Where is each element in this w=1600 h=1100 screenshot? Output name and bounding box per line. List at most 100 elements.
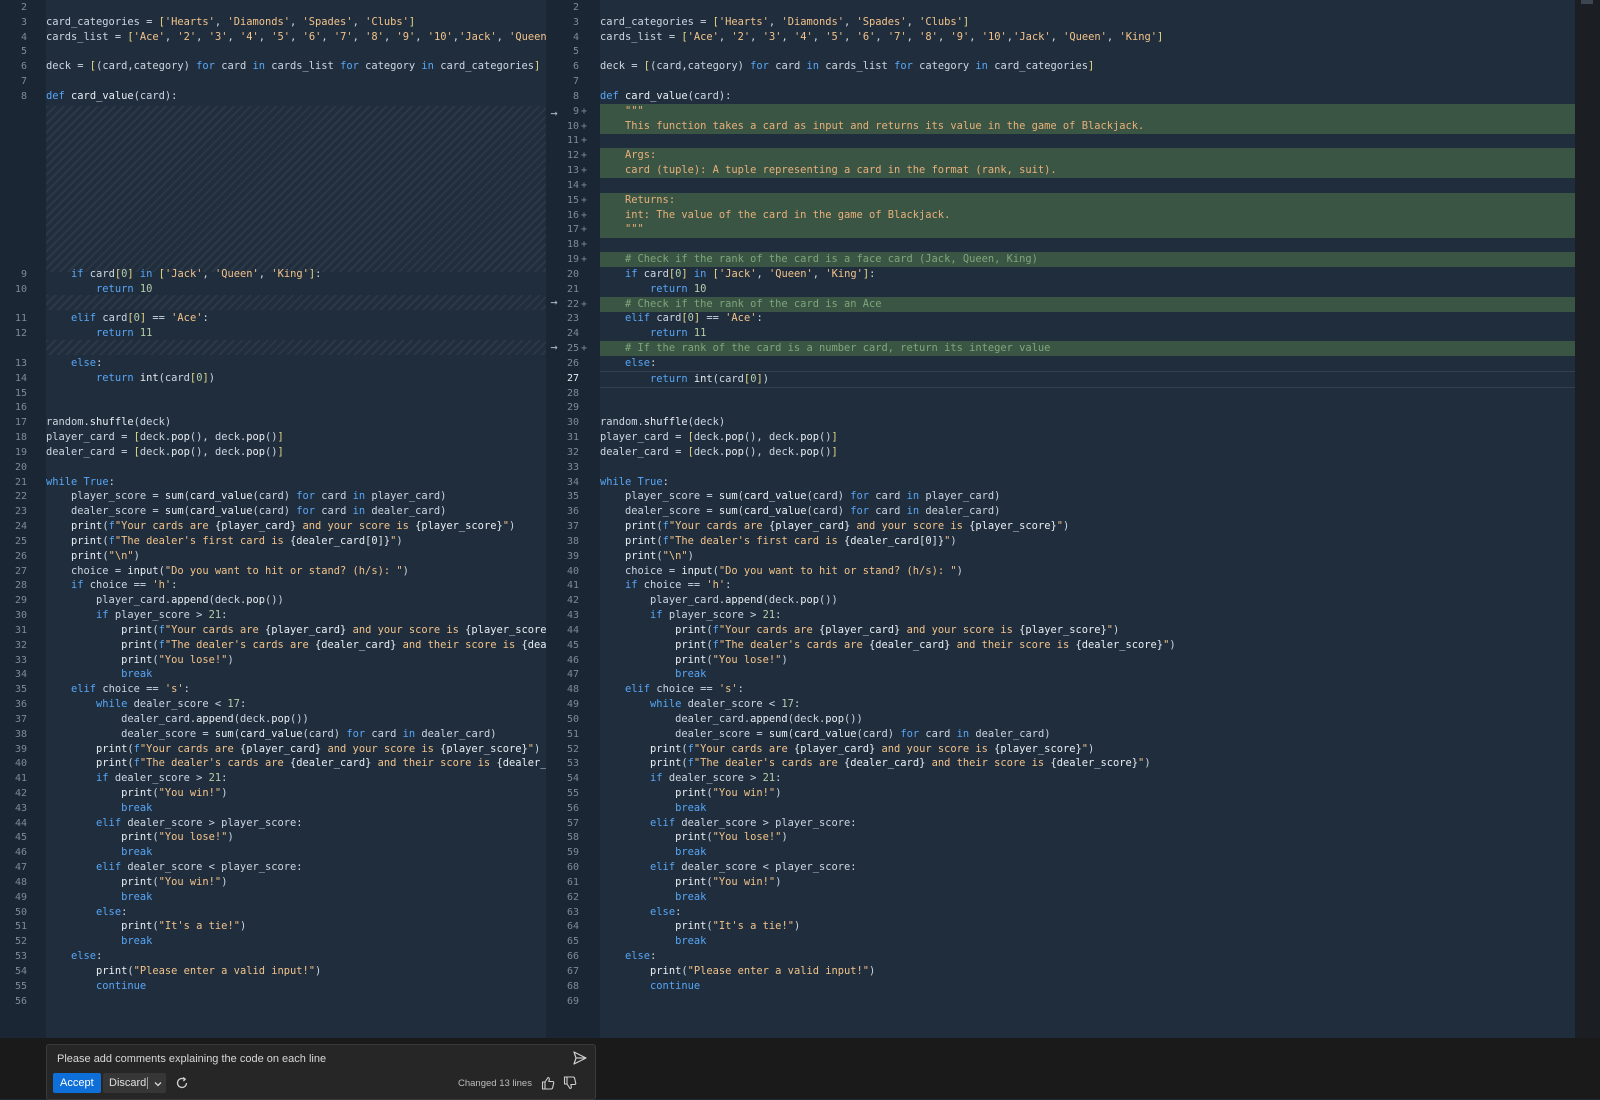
- line-text[interactable]: elif dealer_score > player_score:: [600, 816, 1575, 831]
- line-text[interactable]: else:: [600, 949, 1575, 964]
- send-icon[interactable]: [570, 1049, 590, 1067]
- discard-button[interactable]: Discard: [103, 1073, 166, 1093]
- line-text[interactable]: while dealer_score < 17:: [46, 697, 546, 712]
- line-text[interactable]: dealer_score = sum(card_value(card) for …: [600, 727, 1575, 742]
- line-text[interactable]: continue: [600, 979, 1575, 994]
- line-text[interactable]: print(f"Your cards are {player_card} and…: [600, 519, 1575, 534]
- line-text[interactable]: dealer_card = [deck.pop(), deck.pop()]: [46, 445, 546, 460]
- line-text[interactable]: if card[0] in ['Jack', 'Queen', 'King']:: [600, 267, 1575, 282]
- line-text[interactable]: print(f"The dealer's first card is {deal…: [46, 534, 546, 549]
- line-text[interactable]: return int(card[0]): [46, 371, 546, 386]
- line-text[interactable]: choice = input("Do you want to hit or st…: [46, 564, 546, 579]
- line-text[interactable]: elif card[0] == 'Ace':: [600, 311, 1575, 326]
- prompt-input[interactable]: [57, 1051, 547, 1067]
- line-text[interactable]: This function takes a card as input and …: [600, 118, 1575, 134]
- line-text[interactable]: print("You win!"): [46, 875, 546, 890]
- diff-arrow-icon[interactable]: →: [548, 340, 560, 355]
- line-text[interactable]: while True:: [600, 475, 1575, 490]
- line-text[interactable]: print("You win!"): [600, 875, 1575, 890]
- line-text[interactable]: print(f"The dealer's cards are {dealer_c…: [600, 756, 1575, 771]
- line-text[interactable]: if dealer_score > 21:: [46, 771, 546, 786]
- line-text[interactable]: random.shuffle(deck): [600, 415, 1575, 430]
- line-text[interactable]: dealer_card = [deck.pop(), deck.pop()]: [600, 445, 1575, 460]
- line-text[interactable]: print("You win!"): [46, 786, 546, 801]
- line-text[interactable]: if choice == 'h':: [46, 578, 546, 593]
- overview-scrollbar[interactable]: [1575, 0, 1600, 1038]
- line-text[interactable]: break: [46, 934, 546, 949]
- line-text[interactable]: print("It's a tie!"): [46, 919, 546, 934]
- line-text[interactable]: deck = [(card,category) for card in card…: [46, 59, 546, 74]
- line-text[interactable]: print(f"Your cards are {player_card} and…: [46, 623, 546, 638]
- line-text[interactable]: if player_score > 21:: [46, 608, 546, 623]
- line-text[interactable]: while True:: [46, 475, 546, 490]
- line-text[interactable]: if choice == 'h':: [600, 578, 1575, 593]
- line-text[interactable]: else:: [46, 356, 546, 371]
- line-text[interactable]: card (tuple): A tuple representing a car…: [600, 163, 1575, 179]
- line-text[interactable]: Returns:: [600, 192, 1575, 208]
- line-text[interactable]: return 11: [46, 326, 546, 341]
- line-text[interactable]: if player_score > 21:: [600, 608, 1575, 623]
- line-text[interactable]: """: [600, 222, 1575, 238]
- line-text[interactable]: # Check if the rank of the card is an Ac…: [600, 296, 1575, 312]
- line-text[interactable]: else:: [46, 905, 546, 920]
- line-text[interactable]: elif card[0] == 'Ace':: [46, 311, 546, 326]
- chevron-down-icon[interactable]: [152, 1077, 164, 1089]
- line-text[interactable]: print(f"Your cards are {player_card} and…: [46, 519, 546, 534]
- modified-editor-pane[interactable]: 2 3 card_categories = ['Hearts', 'Diamonds…: [546, 0, 1575, 1038]
- line-text[interactable]: elif dealer_score > player_score:: [46, 816, 546, 831]
- line-text[interactable]: continue: [46, 979, 546, 994]
- line-text[interactable]: print(f"The dealer's cards are {dealer_c…: [46, 638, 546, 653]
- line-text[interactable]: elif choice == 's':: [600, 682, 1575, 697]
- line-text[interactable]: cards_list = ['Ace', '2', '3', '4', '5',…: [46, 30, 546, 45]
- line-text[interactable]: cards_list = ['Ace', '2', '3', '4', '5',…: [600, 30, 1575, 45]
- line-text[interactable]: print("You win!"): [600, 786, 1575, 801]
- line-text[interactable]: player_score = sum(card_value(card) for …: [46, 489, 546, 504]
- line-text[interactable]: def card_value(card):: [600, 89, 1575, 104]
- line-text[interactable]: # Check if the rank of the card is a fac…: [600, 252, 1575, 268]
- line-text[interactable]: dealer_card.append(deck.pop()): [46, 712, 546, 727]
- line-text[interactable]: dealer_score = sum(card_value(card) for …: [46, 727, 546, 742]
- line-text[interactable]: random.shuffle(deck): [46, 415, 546, 430]
- line-text[interactable]: elif dealer_score < player_score:: [46, 860, 546, 875]
- thumbs-down-icon[interactable]: [562, 1075, 578, 1091]
- line-text[interactable]: print("You lose!"): [46, 653, 546, 668]
- line-text[interactable]: break: [46, 845, 546, 860]
- line-text[interactable]: print("\n"): [600, 549, 1575, 564]
- line-text[interactable]: print("You lose!"): [46, 830, 546, 845]
- line-text[interactable]: print(f"Your cards are {player_card} and…: [46, 742, 546, 757]
- line-text[interactable]: print(f"Your cards are {player_card} and…: [600, 623, 1575, 638]
- line-text[interactable]: """: [600, 103, 1575, 119]
- line-text[interactable]: elif dealer_score < player_score:: [600, 860, 1575, 875]
- line-text[interactable]: return 10: [600, 282, 1575, 297]
- line-text[interactable]: if card[0] in ['Jack', 'Queen', 'King']:: [46, 267, 546, 282]
- line-text[interactable]: if dealer_score > 21:: [600, 771, 1575, 786]
- line-text[interactable]: player_score = sum(card_value(card) for …: [600, 489, 1575, 504]
- line-text[interactable]: print("It's a tie!"): [600, 919, 1575, 934]
- line-text[interactable]: else:: [600, 905, 1575, 920]
- line-text[interactable]: break: [600, 934, 1575, 949]
- line-text[interactable]: dealer_score = sum(card_value(card) for …: [600, 504, 1575, 519]
- line-text[interactable]: player_card = [deck.pop(), deck.pop()]: [46, 430, 546, 445]
- line-text[interactable]: break: [600, 801, 1575, 816]
- line-text[interactable]: print("Please enter a valid input!"): [600, 964, 1575, 979]
- refresh-icon[interactable]: [174, 1075, 190, 1091]
- line-text[interactable]: player_card = [deck.pop(), deck.pop()]: [600, 430, 1575, 445]
- line-text[interactable]: dealer_score = sum(card_value(card) for …: [46, 504, 546, 519]
- line-text[interactable]: elif choice == 's':: [46, 682, 546, 697]
- line-text[interactable]: break: [46, 801, 546, 816]
- line-text[interactable]: player_card.append(deck.pop()): [46, 593, 546, 608]
- line-text[interactable]: deck = [(card,category) for card in card…: [600, 59, 1575, 74]
- diff-arrow-icon[interactable]: →: [548, 106, 560, 121]
- line-text[interactable]: card_categories = ['Hearts', 'Diamonds',…: [46, 15, 546, 30]
- line-text[interactable]: else:: [600, 356, 1575, 371]
- line-text[interactable]: break: [46, 667, 546, 682]
- line-text[interactable]: print(f"The dealer's first card is {deal…: [600, 534, 1575, 549]
- accept-button[interactable]: Accept: [53, 1073, 101, 1093]
- line-text[interactable]: card_categories = ['Hearts', 'Diamonds',…: [600, 15, 1575, 30]
- original-editor-pane[interactable]: 2 3 card_categories = ['Hearts', 'Diamonds…: [0, 0, 546, 1038]
- line-text[interactable]: break: [46, 890, 546, 905]
- line-text[interactable]: print("You lose!"): [600, 830, 1575, 845]
- line-text[interactable]: print("You lose!"): [600, 653, 1575, 668]
- line-text[interactable]: Args:: [600, 148, 1575, 164]
- line-text[interactable]: choice = input("Do you want to hit or st…: [600, 564, 1575, 579]
